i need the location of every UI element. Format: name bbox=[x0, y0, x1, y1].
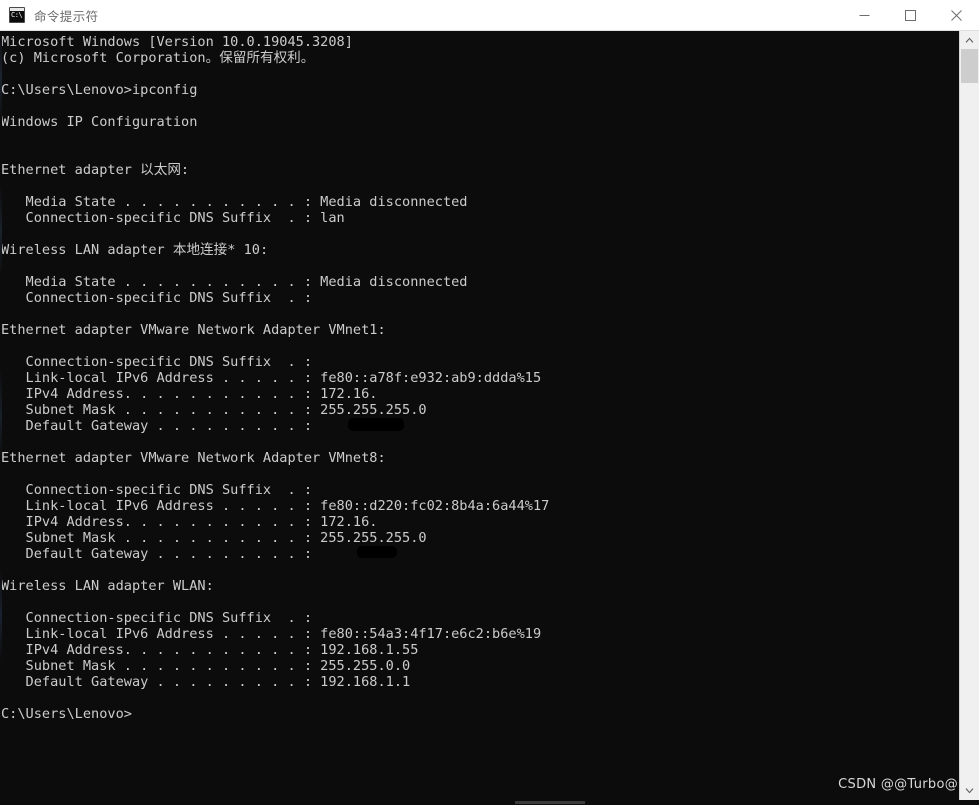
terminal-line: Connection-specific DNS Suffix . : bbox=[1, 482, 312, 498]
terminal-line: Connection-specific DNS Suffix . : bbox=[1, 354, 312, 370]
terminal-line: IPv4 Address. . . . . . . . . . . : 192.… bbox=[1, 642, 419, 658]
chevron-down-icon bbox=[965, 788, 974, 794]
title-bar[interactable]: C:\ 命令提示符 bbox=[0, 0, 979, 31]
terminal-line: Wireless LAN adapter 本地连接* 10: bbox=[1, 242, 269, 258]
terminal-line: Link-local IPv6 Address . . . . . : fe80… bbox=[1, 626, 542, 642]
terminal-line: IPv4 Address. . . . . . . . . . . : 172.… bbox=[1, 386, 378, 402]
terminal-line: Ethernet adapter VMware Network Adapter … bbox=[1, 450, 386, 466]
terminal-line: Subnet Mask . . . . . . . . . . . : 255.… bbox=[1, 402, 427, 418]
terminal-line: Windows IP Configuration bbox=[1, 114, 198, 130]
terminal-line: Connection-specific DNS Suffix . : bbox=[1, 290, 312, 306]
console-area: Microsoft Windows [Version 10.0.19045.32… bbox=[0, 31, 979, 800]
minimize-button[interactable] bbox=[841, 0, 887, 30]
horizontal-scrollbar-thumb[interactable] bbox=[515, 801, 585, 804]
terminal-line: Default Gateway . . . . . . . . . : 192.… bbox=[1, 674, 411, 690]
terminal-line: Microsoft Windows [Version 10.0.19045.32… bbox=[1, 34, 353, 50]
horizontal-scrollbar[interactable] bbox=[0, 800, 979, 805]
terminal-line: Media State . . . . . . . . . . . : Medi… bbox=[1, 194, 468, 210]
console-app-icon: C:\ bbox=[9, 7, 25, 23]
scrollbar-track[interactable] bbox=[960, 49, 979, 782]
terminal-line: Link-local IPv6 Address . . . . . : fe80… bbox=[1, 370, 542, 386]
terminal-line: Ethernet adapter 以太网: bbox=[1, 162, 190, 178]
title-bar-left: C:\ 命令提示符 bbox=[0, 6, 841, 25]
scroll-up-button[interactable] bbox=[960, 31, 979, 49]
window-controls bbox=[841, 0, 979, 30]
terminal-line: C:\Users\Lenovo> bbox=[1, 706, 132, 722]
maximize-button[interactable] bbox=[887, 0, 933, 30]
csdn-watermark: CSDN @@Turbo@ bbox=[838, 777, 958, 792]
maximize-icon bbox=[904, 9, 916, 21]
scroll-down-button[interactable] bbox=[960, 782, 979, 800]
terminal-line: Subnet Mask . . . . . . . . . . . : 255.… bbox=[1, 658, 411, 674]
terminal-line: Media State . . . . . . . . . . . : Medi… bbox=[1, 274, 468, 290]
terminal-line: C:\Users\Lenovo>ipconfig bbox=[1, 82, 198, 98]
terminal-line: Subnet Mask . . . . . . . . . . . : 255.… bbox=[1, 530, 427, 546]
terminal-line: Wireless LAN adapter WLAN: bbox=[1, 578, 214, 594]
vertical-scrollbar[interactable] bbox=[959, 31, 979, 800]
terminal-output: Microsoft Windows [Version 10.0.19045.32… bbox=[0, 34, 959, 722]
terminal-line: Connection-specific DNS Suffix . : lan bbox=[1, 210, 345, 226]
terminal-line: Default Gateway . . . . . . . . . : bbox=[1, 546, 312, 562]
terminal-line: Ethernet adapter VMware Network Adapter … bbox=[1, 322, 386, 338]
command-prompt-window: C:\ 命令提示符 Microsoft Windows [Version 10.… bbox=[0, 0, 979, 805]
minimize-icon bbox=[859, 14, 869, 16]
close-icon bbox=[950, 9, 962, 21]
terminal-line: Connection-specific DNS Suffix . : bbox=[1, 610, 312, 626]
scrollbar-thumb[interactable] bbox=[961, 49, 978, 83]
terminal-line: IPv4 Address. . . . . . . . . . . : 172.… bbox=[1, 514, 378, 530]
console-app-icon-label: C:\ bbox=[11, 11, 23, 19]
terminal-line: Default Gateway . . . . . . . . . : bbox=[1, 418, 312, 434]
terminal-line: Link-local IPv6 Address . . . . . : fe80… bbox=[1, 498, 550, 514]
terminal-screen[interactable]: Microsoft Windows [Version 10.0.19045.32… bbox=[0, 31, 959, 800]
window-title: 命令提示符 bbox=[34, 8, 99, 24]
chevron-up-icon bbox=[965, 37, 974, 43]
close-button[interactable] bbox=[933, 0, 979, 30]
terminal-line: (c) Microsoft Corporation。保留所有权利。 bbox=[1, 50, 315, 66]
